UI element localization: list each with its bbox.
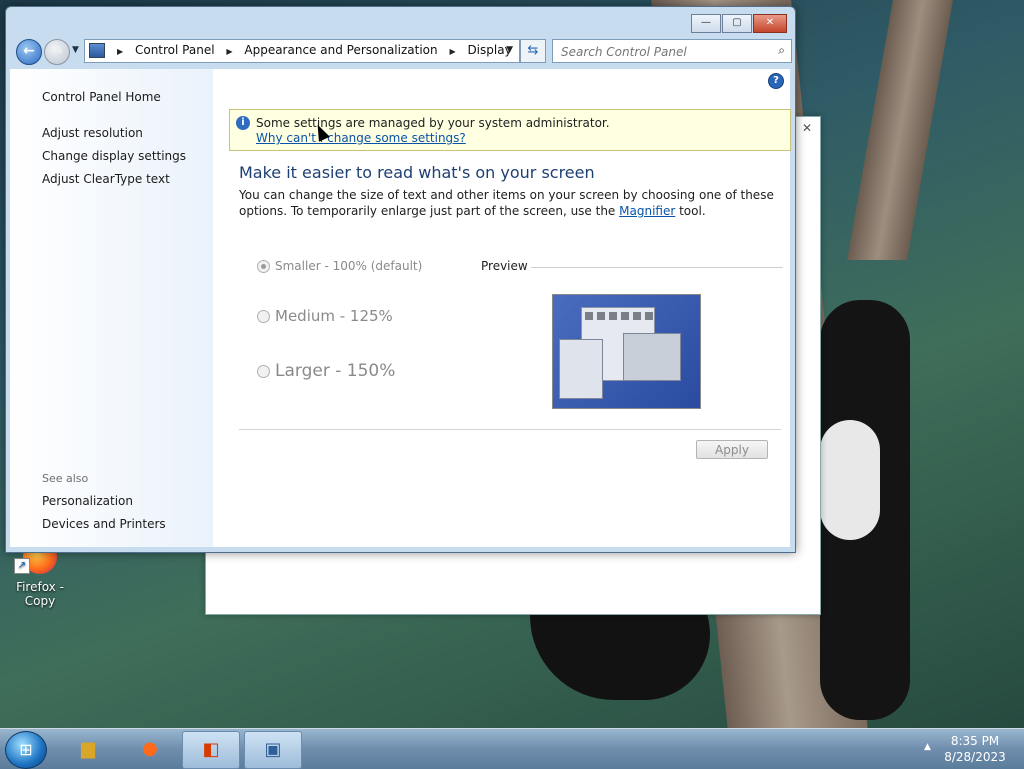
- address-bar[interactable]: ▶ Control Panel ▶ Appearance and Persona…: [84, 39, 520, 63]
- taskbar-display-icon[interactable]: ▣: [244, 731, 302, 769]
- title-bar[interactable]: — ▢ ✕: [6, 7, 795, 35]
- preview-divider: [531, 267, 783, 268]
- info-text: Some settings are managed by your system…: [256, 116, 610, 130]
- search-box[interactable]: ⌕: [552, 39, 792, 63]
- taskbar-office-icon[interactable]: ◧: [182, 731, 240, 769]
- breadcrumb-separator-icon[interactable]: ▶: [226, 47, 232, 56]
- section-divider: [239, 429, 781, 430]
- desktop-icon-label: Firefox - Copy: [16, 580, 64, 608]
- background-window-close-icon[interactable]: ✕: [802, 121, 812, 135]
- see-also-heading: See also: [42, 472, 89, 485]
- page-description: You can change the size of text and othe…: [239, 187, 779, 219]
- maximize-button[interactable]: ▢: [722, 14, 752, 33]
- option-medium-label: Medium - 125%: [275, 307, 393, 325]
- radio-icon[interactable]: [257, 310, 270, 323]
- minimize-button[interactable]: —: [691, 14, 721, 33]
- clock-date: 8/28/2023: [944, 750, 1006, 764]
- wallpaper-tree-branch: [847, 0, 953, 260]
- sidebar: Control Panel Home Adjust resolution Cha…: [10, 69, 213, 547]
- breadcrumb-control-panel[interactable]: Control Panel: [135, 43, 215, 57]
- breadcrumb-appearance[interactable]: Appearance and Personalization: [244, 43, 437, 57]
- start-button[interactable]: ⊞: [5, 731, 47, 769]
- main-panel: ? i Some settings are managed by your sy…: [213, 69, 791, 547]
- info-icon: i: [236, 116, 250, 130]
- option-larger[interactable]: Larger - 150%: [257, 361, 395, 381]
- address-dropdown-icon[interactable]: ▼: [506, 45, 513, 55]
- control-panel-icon: [89, 43, 105, 58]
- sidebar-change-display-settings[interactable]: Change display settings: [42, 149, 186, 163]
- info-help-link[interactable]: Why can't I change some settings?: [256, 131, 466, 145]
- system-clock[interactable]: 8:35 PM 8/28/2023: [940, 733, 1010, 765]
- preview-label: Preview: [481, 259, 528, 273]
- sidebar-adjust-cleartype[interactable]: Adjust ClearType text: [42, 172, 170, 186]
- back-button[interactable]: ←: [16, 39, 42, 65]
- sidebar-personalization[interactable]: Personalization: [42, 494, 133, 508]
- breadcrumb: ▶ Control Panel ▶ Appearance and Persona…: [109, 43, 512, 57]
- refresh-button[interactable]: ⇆: [520, 39, 546, 63]
- preview-sidebar-icon: [559, 339, 603, 399]
- radio-icon[interactable]: [257, 364, 270, 378]
- clock-time: 8:35 PM: [950, 734, 1000, 748]
- apply-button[interactable]: Apply: [696, 440, 768, 459]
- search-icon[interactable]: ⌕: [778, 43, 785, 58]
- shortcut-arrow-icon: ↗: [14, 558, 30, 574]
- help-icon[interactable]: ?: [768, 73, 784, 89]
- magnifier-link[interactable]: Magnifier: [619, 204, 675, 218]
- search-input[interactable]: [559, 42, 763, 62]
- wallpaper-panda-white: [820, 420, 880, 540]
- page-title: Make it easier to read what's on your sc…: [239, 163, 595, 182]
- sidebar-devices-printers[interactable]: Devices and Printers: [42, 517, 166, 531]
- navigation-bar: ← → ▼ ▶ Control Panel ▶ Appearance and P…: [12, 39, 792, 65]
- option-medium[interactable]: Medium - 125%: [257, 307, 393, 325]
- sidebar-adjust-resolution[interactable]: Adjust resolution: [42, 126, 143, 140]
- taskbar-firefox-icon[interactable]: ●: [122, 731, 178, 767]
- close-button[interactable]: ✕: [753, 14, 787, 33]
- option-larger-label: Larger - 150%: [275, 361, 396, 381]
- option-smaller[interactable]: Smaller - 100% (default): [257, 259, 422, 273]
- breadcrumb-display[interactable]: Display: [467, 43, 511, 57]
- preview-image: [552, 294, 701, 409]
- sidebar-control-panel-home[interactable]: Control Panel Home: [42, 90, 161, 104]
- breadcrumb-separator-icon[interactable]: ▶: [117, 47, 123, 56]
- breadcrumb-separator-icon[interactable]: ▶: [449, 47, 455, 56]
- description-text-end: tool.: [675, 204, 706, 218]
- radio-selected-icon[interactable]: [257, 260, 270, 273]
- taskbar-explorer-icon[interactable]: ▆: [60, 731, 116, 767]
- recent-pages-dropdown-icon[interactable]: ▼: [72, 45, 79, 55]
- preview-dialog-icon: [623, 333, 681, 381]
- taskbar: ⊞ ▆ ● ◧ ▣ ▲ 8:35 PM 8/28/2023: [0, 728, 1024, 769]
- option-smaller-label: Smaller - 100% (default): [275, 259, 423, 273]
- display-window: — ▢ ✕ ← → ▼ ▶ Control Panel ▶ Appearance…: [5, 6, 796, 553]
- content-area: Control Panel Home Adjust resolution Cha…: [10, 69, 791, 547]
- show-hidden-icons-icon[interactable]: ▲: [924, 742, 931, 752]
- forward-button[interactable]: →: [44, 39, 70, 65]
